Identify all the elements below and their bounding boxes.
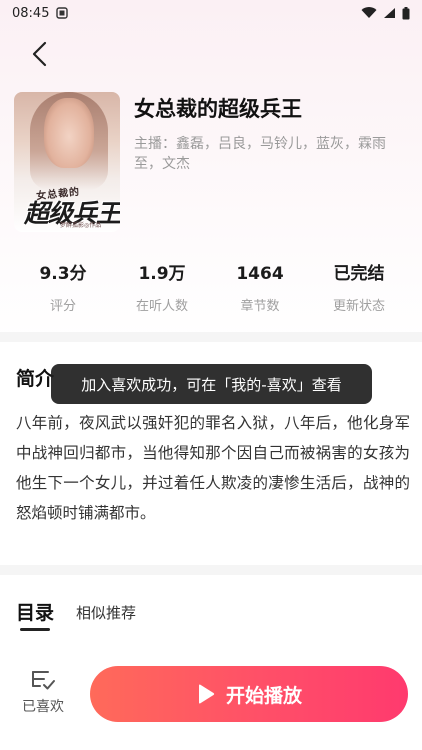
signal-icon [384,8,395,18]
cover-portrait [44,98,94,168]
back-button[interactable] [24,38,56,70]
system-nav-bar [0,736,422,750]
stat-value: 1.9万 [138,264,186,284]
wifi-icon [361,7,377,19]
stat-label: 在听人数 [135,299,188,314]
tab-similar[interactable]: 相似推荐 [76,602,136,623]
section-divider [0,565,422,575]
favorite-button[interactable]: 已喜欢 [14,668,72,724]
chevron-left-icon [32,41,47,67]
cover-author: 梦醉孤影◎作品 [60,222,102,229]
start-play-label: 开始播放 [225,684,302,707]
stat-chapters: 1464 章节数 [210,262,310,314]
favorited-list-icon [32,671,55,690]
tab-catalog[interactable]: 目录 [16,598,54,625]
stat-listeners: 1.9万 在听人数 [112,262,212,314]
stat-value: 1464 [236,264,284,284]
tab-active-indicator [20,628,50,631]
section-divider [0,332,422,342]
book-cast: 主播：鑫磊，吕良，马铃儿，蓝灰，霖雨至，文杰 [134,136,386,172]
stat-value: 已完结 [333,264,385,284]
stats-row: 9.3分 评分 1.9万 在听人数 1464 章节数 已完结 更新状态 [0,262,422,318]
stat-update-status: 已完结 更新状态 [309,262,409,314]
start-play-button[interactable]: 开始播放 [90,666,408,722]
stat-rating: 9.3分 评分 [13,262,113,314]
intro-heading: 简介 [16,368,55,390]
favorite-label: 已喜欢 [22,699,64,715]
stat-label: 更新状态 [332,299,385,314]
play-icon [198,684,215,704]
stat-label: 章节数 [240,299,280,314]
book-cover: 女总裁的 超级兵王 梦醉孤影◎作品 [14,92,120,232]
battery-icon [402,6,410,19]
status-bar: 08:45 [0,0,422,26]
notification-icon [56,7,69,19]
toast-message: 加入喜欢成功，可在「我的-喜欢」查看 [51,364,372,404]
stat-label: 评分 [49,299,76,314]
stat-value: 9.3分 [39,264,87,284]
intro-text: 八年前，夜风武以强奸犯的罪名入狱，八年后，他化身军中战神回归都市，当他得知那个因… [16,414,410,522]
book-title: 女总裁的超级兵王 [134,97,302,121]
status-time: 08:45 [12,5,50,21]
